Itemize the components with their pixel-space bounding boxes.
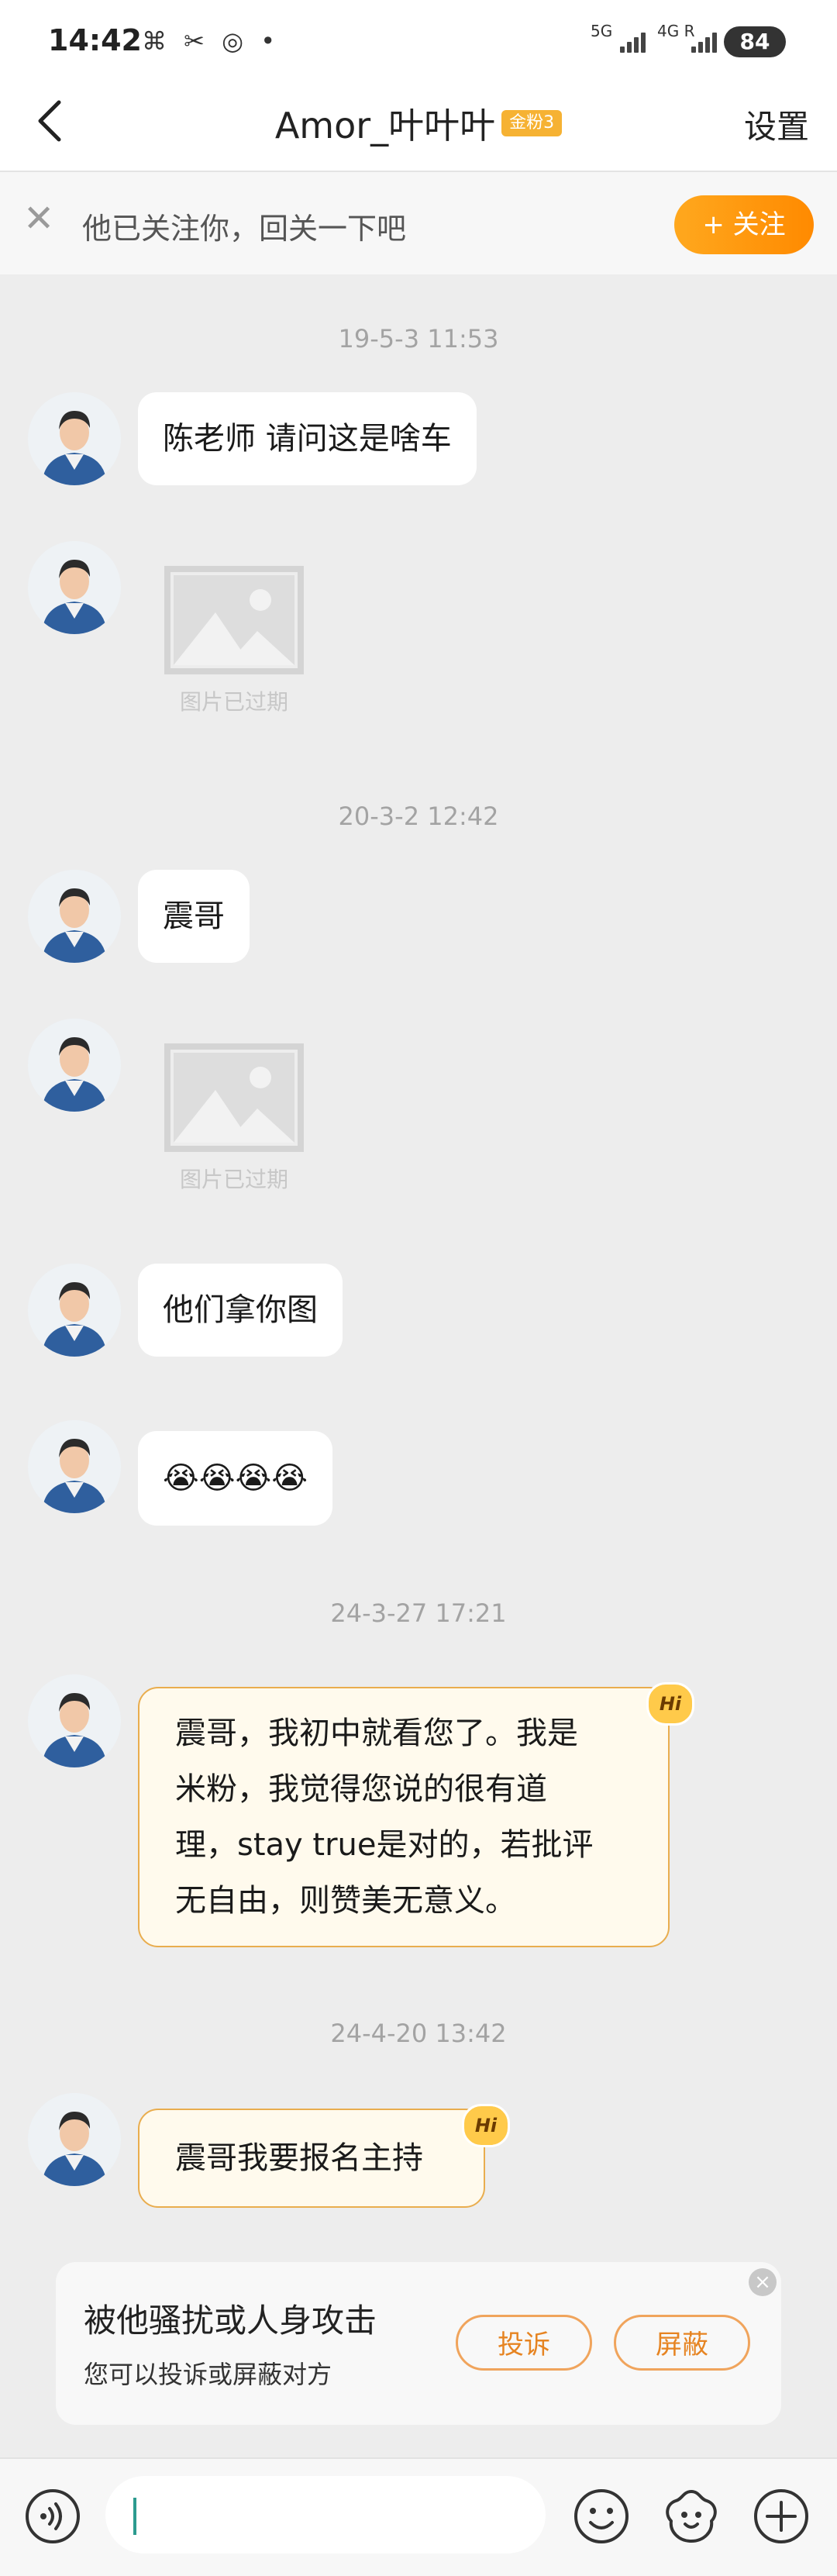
message-timestamp: 24-3-27 17:21 xyxy=(330,1598,507,1628)
signal-bars-icon-2 xyxy=(691,29,722,53)
chat-title-area[interactable]: Amor_叶叶叶 金粉3 xyxy=(0,98,837,149)
avatar[interactable] xyxy=(28,1674,121,1767)
emoji-icon[interactable] xyxy=(572,2487,631,2546)
network-5g-label: 5G xyxy=(591,22,613,40)
status-left-icons: ⌘ ✂ ◎ • xyxy=(142,26,281,56)
avatar[interactable] xyxy=(28,870,121,963)
fan-message-bubble[interactable]: 震哥，我初中就看您了。我是 米粉，我觉得您说的很有道 理，stay true是对… xyxy=(138,1687,670,1947)
emoji-message-bubble[interactable]: 😭😭😭😭 xyxy=(138,1431,332,1526)
status-bar: 14:42 ⌘ ✂ ◎ • 5G 4G R 84 xyxy=(0,0,837,78)
image-expired-label: 图片已过期 xyxy=(179,1167,288,1192)
hi-badge-icon: Hi xyxy=(462,2104,510,2147)
avatar[interactable] xyxy=(28,1019,121,1112)
image-placeholder-icon xyxy=(164,1043,304,1152)
message-bubble[interactable]: 震哥 xyxy=(138,870,250,963)
voice-icon[interactable] xyxy=(23,2487,82,2546)
message-timestamp: 24-4-20 13:42 xyxy=(330,2019,507,2048)
message-input[interactable] xyxy=(105,2476,546,2554)
chat-title: Amor_叶叶叶 xyxy=(274,105,496,147)
fan-message-text: 震哥，我初中就看您了。我是 米粉，我觉得您说的很有道 理，stay true是对… xyxy=(175,1705,594,1929)
image-placeholder-icon xyxy=(164,566,304,674)
follow-button[interactable]: + 关注 xyxy=(674,195,814,254)
follow-back-banner: ✕ 他已关注你，回关一下吧 + 关注 xyxy=(0,172,837,274)
message-bubble[interactable]: 陈老师 请问这是啥车 xyxy=(138,392,477,485)
fan-message-line: 无自由，则赞美无意义。 xyxy=(175,1883,516,1919)
message-input-bar xyxy=(0,2457,837,2576)
avatar[interactable] xyxy=(28,541,121,634)
avatar[interactable] xyxy=(28,1420,121,1513)
signal-bars-icon xyxy=(620,29,651,53)
follow-banner-text: 他已关注你，回关一下吧 xyxy=(82,212,407,246)
crying-emoji-icons: 😭😭😭😭 xyxy=(163,1460,308,1496)
close-icon[interactable]: × xyxy=(749,2268,777,2296)
close-icon[interactable]: ✕ xyxy=(23,200,54,237)
message-bubble[interactable]: 他们拿你图 xyxy=(138,1264,343,1357)
complain-button[interactable]: 投诉 xyxy=(456,2315,592,2371)
report-heading: 被他骚扰或人身攻击 xyxy=(84,2302,377,2340)
sticker-icon[interactable] xyxy=(662,2487,721,2546)
expired-image[interactable]: 图片已过期 xyxy=(164,1043,304,1194)
fan-message-line: 震哥，我初中就看您了。我是 xyxy=(175,1716,578,1751)
fan-message-line: 米粉，我觉得您说的很有道 xyxy=(175,1771,547,1807)
message-timestamp: 20-3-2 12:42 xyxy=(338,802,499,831)
hi-badge-icon: Hi xyxy=(646,1682,694,1726)
report-subtext: 您可以投诉或屏蔽对方 xyxy=(84,2360,332,2389)
image-expired-label: 图片已过期 xyxy=(179,689,288,715)
fan-message-text: 震哥我要报名主持 xyxy=(175,2140,423,2176)
status-time: 14:42 xyxy=(48,23,142,57)
chat-header: Amor_叶叶叶 金粉3 设置 xyxy=(0,78,837,172)
harassment-report-card: 被他骚扰或人身攻击 您可以投诉或屏蔽对方 投诉 屏蔽 × xyxy=(56,2262,781,2425)
fan-level-badge: 金粉3 xyxy=(501,110,563,136)
fan-message-line: 理，stay true是对的，若批评 xyxy=(175,1827,594,1863)
settings-button[interactable]: 设置 xyxy=(744,101,809,148)
text-caret xyxy=(133,2498,136,2535)
avatar[interactable] xyxy=(28,392,121,485)
message-timestamp: 19-5-3 11:53 xyxy=(338,324,499,353)
block-button[interactable]: 屏蔽 xyxy=(614,2315,750,2371)
plus-icon[interactable] xyxy=(752,2487,811,2546)
network-4g-label: 4G R xyxy=(657,22,695,40)
avatar[interactable] xyxy=(28,2093,121,2186)
fan-message-bubble[interactable]: 震哥我要报名主持 xyxy=(138,2109,485,2208)
expired-image[interactable]: 图片已过期 xyxy=(164,566,304,716)
avatar[interactable] xyxy=(28,1264,121,1357)
battery-indicator: 84 xyxy=(724,26,786,57)
